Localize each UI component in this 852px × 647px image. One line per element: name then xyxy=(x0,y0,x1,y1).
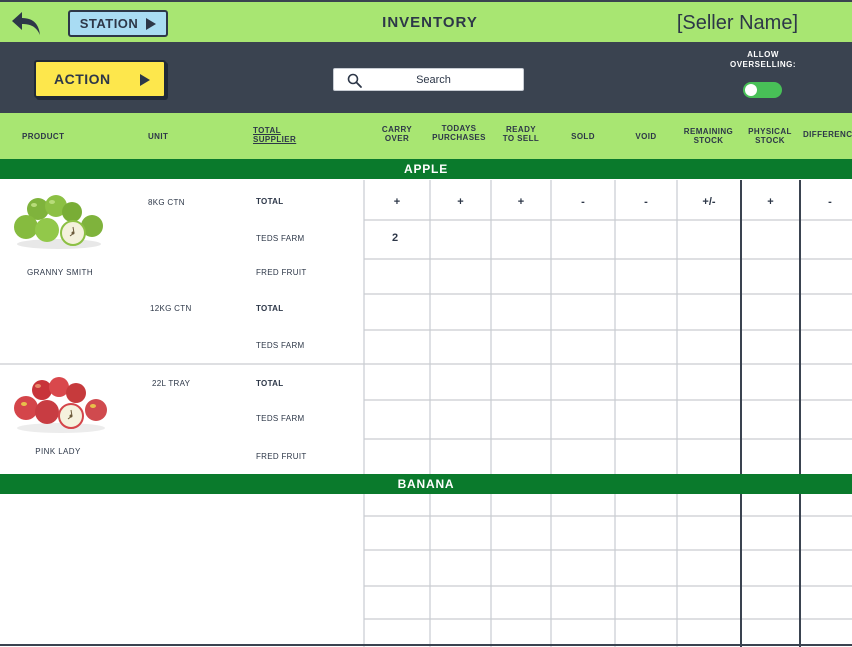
toolbar: ACTION ALLOW OVERSELLING: xyxy=(0,42,852,113)
col-remaining-line1: REMAINING xyxy=(683,127,734,136)
col-unit: UNIT xyxy=(148,132,169,141)
col-todays-line2: PURCHASES xyxy=(432,133,486,142)
col-remaining-stock: REMAINING STOCK xyxy=(677,127,740,145)
supplier-label: TOTAL xyxy=(256,379,284,388)
col-supplier: TOTAL SUPPLIER xyxy=(253,126,296,144)
search-box xyxy=(333,68,524,91)
supplier-label: TEDS FARM xyxy=(256,234,305,243)
cell-difference[interactable]: - xyxy=(800,196,852,208)
category-bar-banana: BANANA xyxy=(0,474,852,494)
col-todays-line1: TODAYS xyxy=(441,124,477,133)
col-difference: DIFFERENCE xyxy=(803,130,852,139)
col-carry-line2: OVER xyxy=(384,134,410,143)
cell-ready-to-sell[interactable]: + xyxy=(491,196,551,208)
category-bar-apple: APPLE xyxy=(0,159,852,179)
action-button[interactable]: ACTION xyxy=(34,60,166,98)
cell-sold[interactable]: - xyxy=(551,196,615,208)
col-supplier-line2: SUPPLIER xyxy=(253,135,297,144)
col-physical-line2: STOCK xyxy=(755,136,785,145)
allow-overselling-label: ALLOW OVERSELLING: xyxy=(722,50,804,70)
page-title: INVENTORY xyxy=(382,14,478,31)
col-physical-stock: PHYSICAL STOCK xyxy=(741,127,799,145)
inventory-screen: STATION INVENTORY [Seller Name] ACTION A… xyxy=(0,0,852,647)
col-supplier-line1: TOTAL xyxy=(253,126,281,135)
supplier-label: FRED FRUIT xyxy=(256,268,307,277)
column-header-row: PRODUCT UNIT TOTAL SUPPLIER CARRY OVER T… xyxy=(0,113,852,159)
col-carry-over: CARRY OVER xyxy=(364,125,430,143)
play-triangle-icon xyxy=(146,17,157,30)
supplier-label: TOTAL xyxy=(256,304,284,313)
col-physical-line1: PHYSICAL xyxy=(748,127,792,136)
col-remaining-line2: STOCK xyxy=(693,136,724,145)
supplier-label: TOTAL xyxy=(256,197,284,206)
cell-physical-stock[interactable]: + xyxy=(741,196,800,208)
toggle-knob xyxy=(745,84,757,96)
col-product: PRODUCT xyxy=(22,132,65,141)
cell-todays-purchases[interactable]: + xyxy=(430,196,491,208)
col-carry-line1: CARRY xyxy=(381,125,413,134)
back-arrow-icon[interactable] xyxy=(10,8,44,38)
cell-remaining-stock[interactable]: +/- xyxy=(677,196,741,208)
red-apples-image xyxy=(12,374,110,439)
station-button-label: STATION xyxy=(79,16,139,31)
unit-label: 22L TRAY xyxy=(152,379,191,388)
station-button[interactable]: STATION xyxy=(68,10,168,37)
product-name-pink-lady: PINK LADY xyxy=(35,447,81,456)
cell-carry-over[interactable]: + xyxy=(364,196,430,208)
col-todays-purchases: TODAYS PURCHASES xyxy=(428,124,490,142)
supplier-label: TEDS FARM xyxy=(256,341,305,350)
col-ready-line2: TO SELL xyxy=(502,134,540,143)
allow-overselling-line2: OVERSELLING: xyxy=(729,60,796,69)
col-ready-line1: READY xyxy=(505,125,536,134)
top-bar: STATION INVENTORY [Seller Name] xyxy=(0,0,852,42)
play-triangle-icon xyxy=(140,74,150,86)
allow-overselling-line1: ALLOW xyxy=(747,50,779,59)
allow-overselling-toggle[interactable] xyxy=(743,82,782,98)
unit-label: 12KG CTN xyxy=(150,304,192,313)
col-sold: SOLD xyxy=(571,132,595,141)
cell-carry-over[interactable]: 2 xyxy=(364,232,426,244)
search-icon xyxy=(346,72,364,90)
product-name-granny-smith: GRANNY SMITH xyxy=(27,268,93,277)
supplier-label: FRED FRUIT xyxy=(256,452,307,461)
cell-void[interactable]: - xyxy=(615,196,677,208)
col-void: VOID xyxy=(635,132,657,141)
supplier-label: TEDS FARM xyxy=(256,414,305,423)
col-ready-to-sell: READY TO SELL xyxy=(491,125,551,143)
action-button-label: ACTION xyxy=(54,71,111,87)
seller-name: [Seller Name] xyxy=(676,12,798,34)
unit-label: 8KG CTN xyxy=(148,198,185,207)
green-apples-image xyxy=(12,192,106,255)
